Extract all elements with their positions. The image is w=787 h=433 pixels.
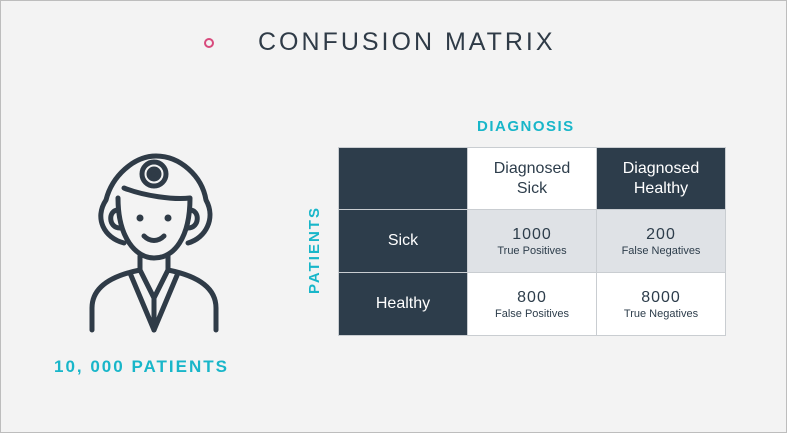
cell-value: 200 [646,225,676,243]
col-header-label: Diagnosed Sick [493,159,571,197]
row-header-healthy: Healthy [338,272,468,336]
confusion-matrix-table: Diagnosed Sick Diagnosed Healthy Sick 10… [338,147,726,336]
corner-cell [338,147,468,210]
row-header-sick: Sick [338,209,468,273]
cell-description: False Positives [495,307,569,320]
cell-description: True Negatives [623,307,699,320]
doctor-icon [89,153,219,333]
cell-value: 8000 [641,288,681,306]
cell-true-positives: 1000 True Positives [467,209,597,273]
cell-description: True Positives [497,244,567,257]
cell-description: False Negatives [621,244,701,257]
patients-axis-label: PATIENTS [306,206,323,294]
diagnosis-axis-label: DIAGNOSIS [477,118,575,135]
cell-value: 800 [517,288,547,306]
col-header-diagnosed-healthy: Diagnosed Healthy [596,147,726,210]
col-header-label: Diagnosed Healthy [622,159,700,197]
col-header-diagnosed-sick: Diagnosed Sick [467,147,597,210]
cell-true-negatives: 8000 True Negatives [596,272,726,336]
title-bullet-icon [204,38,214,48]
slide-title: CONFUSION MATRIX [258,28,556,56]
cell-false-positives: 800 False Positives [467,272,597,336]
patients-count-label: 10, 000 PATIENTS [54,357,229,376]
cell-false-negatives: 200 False Negatives [596,209,726,273]
cell-value: 1000 [512,225,552,243]
